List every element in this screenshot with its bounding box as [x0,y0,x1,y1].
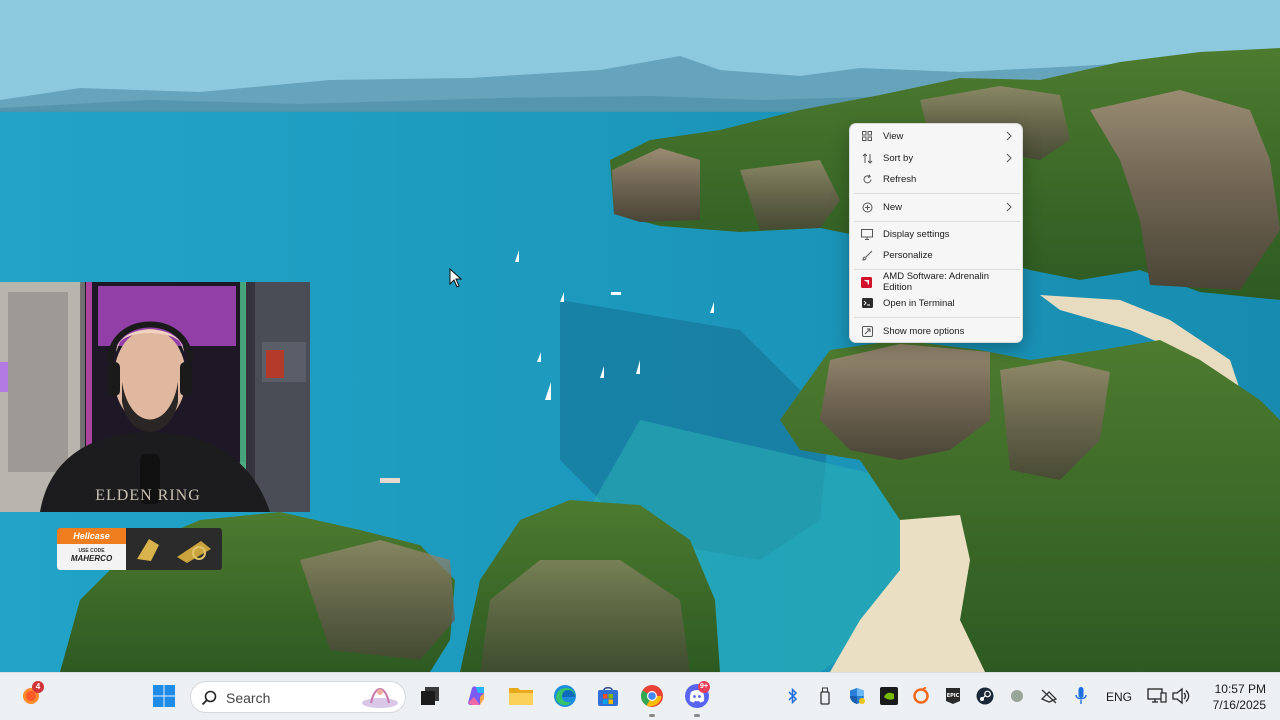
clock-time: 10:57 PM [1214,682,1266,696]
steam-icon [976,687,994,705]
edge-icon [554,685,576,707]
weather-badge: 4 [32,681,44,693]
menu-item-label: Show more options [883,325,965,337]
network-hidden-icon [1040,689,1058,704]
tray-bluetooth[interactable] [778,681,808,711]
menu-item-label: Open in Terminal [883,297,955,309]
desktop-context-menu: View Sort by Refresh New Display setting… [849,123,1023,343]
menu-item-label: View [883,130,904,142]
taskbar-clock[interactable]: 10:57 PM 7/16/2025 [1196,681,1266,713]
tray-volume[interactable] [1166,681,1196,711]
taskbar-search[interactable]: Search [190,681,406,713]
chrome-running-indicator [649,714,655,717]
promo-code: MAHERCO [70,554,113,563]
discord-button[interactable]: 9+ [682,681,712,711]
defender-icon [850,688,865,704]
mouse-cursor-icon [449,268,463,288]
more-options-icon [861,325,873,337]
status-dot-icon [1011,690,1023,702]
personalize-brush-icon [861,249,873,261]
menu-item-label: Sort by [883,152,914,164]
webcam-overlay: ELDEN RING [0,282,310,512]
menu-item-view[interactable]: View [854,125,1020,147]
file-explorer-icon [509,688,533,705]
menu-separator [854,193,1020,194]
amd-icon [861,276,873,288]
weather-widget[interactable]: 4 [18,681,48,711]
menu-item-label: AMD Software: Adrenalin Edition [882,271,990,293]
volume-icon [1172,687,1190,705]
menu-item-show-more-options[interactable]: Show more options [854,320,1020,342]
microphone-icon [1075,687,1087,704]
menu-separator [854,221,1020,222]
webcam-feed: ELDEN RING [0,282,310,512]
search-placeholder: Search [226,690,271,706]
clock-date: 7/16/2025 [1212,698,1266,712]
copilot-button[interactable] [461,681,491,711]
menu-item-sort-by[interactable]: Sort by [854,147,1020,169]
language-indicator[interactable]: ENG [1106,690,1132,704]
tray-network-hidden[interactable] [1034,681,1064,711]
nvidia-icon [880,687,898,705]
menu-item-refresh[interactable]: Refresh [854,168,1020,190]
discord-badge: 9+ [698,681,710,693]
svg-text:EPIC: EPIC [947,693,960,699]
hellcase-promo-banner: Hellcase USE CODE MAHERCO [57,528,222,570]
display-icon [861,228,873,240]
taskbar: 4 Search 9+ EPIC ENG 10:57 PM 7/16/2025 [0,672,1280,720]
menu-item-display-settings[interactable]: Display settings [854,223,1020,245]
windows-start-icon [153,685,175,707]
menu-item-label: Personalize [883,249,933,261]
menu-item-label: Display settings [883,228,950,240]
view-grid-icon [861,130,873,142]
chrome-button[interactable] [637,681,667,711]
promo-brand: Hellcase [57,528,126,544]
search-icon [201,690,217,706]
tray-nvidia[interactable] [874,681,904,711]
usb-device-icon [820,687,830,705]
search-highlight-icon [362,687,398,708]
discord-running-indicator [694,714,700,717]
edge-button[interactable] [550,681,580,711]
tray-microphone[interactable] [1066,681,1096,711]
tray-origin[interactable] [906,681,936,711]
menu-item-amd-software[interactable]: AMD Software: Adrenalin Edition [854,271,1020,293]
tray-status[interactable] [1002,681,1032,711]
chevron-right-icon [1006,202,1012,212]
menu-separator [854,269,1020,270]
terminal-icon [861,297,873,309]
tray-usb-device[interactable] [810,681,840,711]
microsoft-store-icon [598,687,618,706]
menu-item-open-terminal[interactable]: Open in Terminal [854,292,1020,314]
task-view-icon [421,687,439,705]
origin-icon [913,687,929,704]
menu-item-label: Refresh [883,173,917,185]
promo-code-box: USE CODE MAHERCO [57,544,126,570]
tray-epic-games[interactable]: EPIC [938,681,968,711]
chevron-right-icon [1006,153,1012,163]
menu-separator [854,317,1020,318]
file-explorer-button[interactable] [506,681,536,711]
copilot-icon [468,686,484,705]
task-view-button[interactable] [415,681,445,711]
menu-item-new[interactable]: New [854,196,1020,218]
bluetooth-icon [788,687,798,705]
new-plus-icon [861,201,873,213]
tray-steam[interactable] [970,681,1000,711]
chevron-right-icon [1006,131,1012,141]
monitor-network-icon [1147,688,1167,703]
sort-icon [861,152,873,164]
menu-item-personalize[interactable]: Personalize [854,244,1020,266]
chrome-icon [641,685,663,707]
tray-defender[interactable] [842,681,872,711]
microsoft-store-button[interactable] [593,681,623,711]
epic-games-icon: EPIC [946,688,960,704]
start-button[interactable] [149,681,179,711]
menu-item-label: New [883,201,903,213]
promo-items-icon [137,539,211,563]
refresh-icon [861,173,873,185]
shirt-text: ELDEN RING [95,487,201,504]
